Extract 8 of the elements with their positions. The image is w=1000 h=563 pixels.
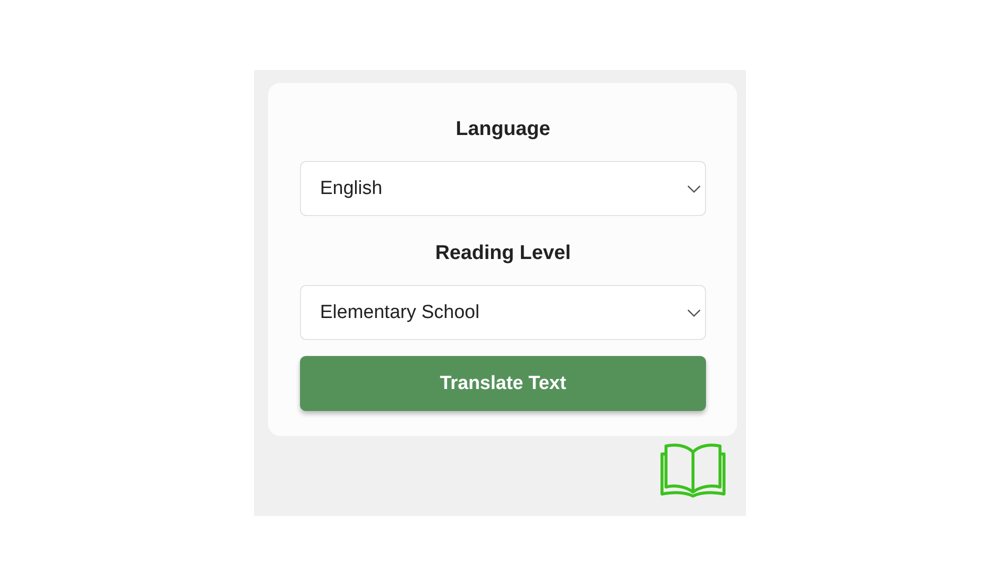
dropdown-field[interactable]: Elementary School — [300, 285, 706, 340]
field-label: Language — [456, 117, 550, 141]
dropdown-field[interactable]: English — [300, 161, 706, 216]
translate-button[interactable]: Translate Text — [300, 356, 706, 411]
chevron-down-icon — [687, 308, 701, 316]
book-icon — [660, 442, 726, 498]
field-label: Reading Level — [435, 241, 571, 265]
chevron-down-icon — [687, 184, 701, 192]
